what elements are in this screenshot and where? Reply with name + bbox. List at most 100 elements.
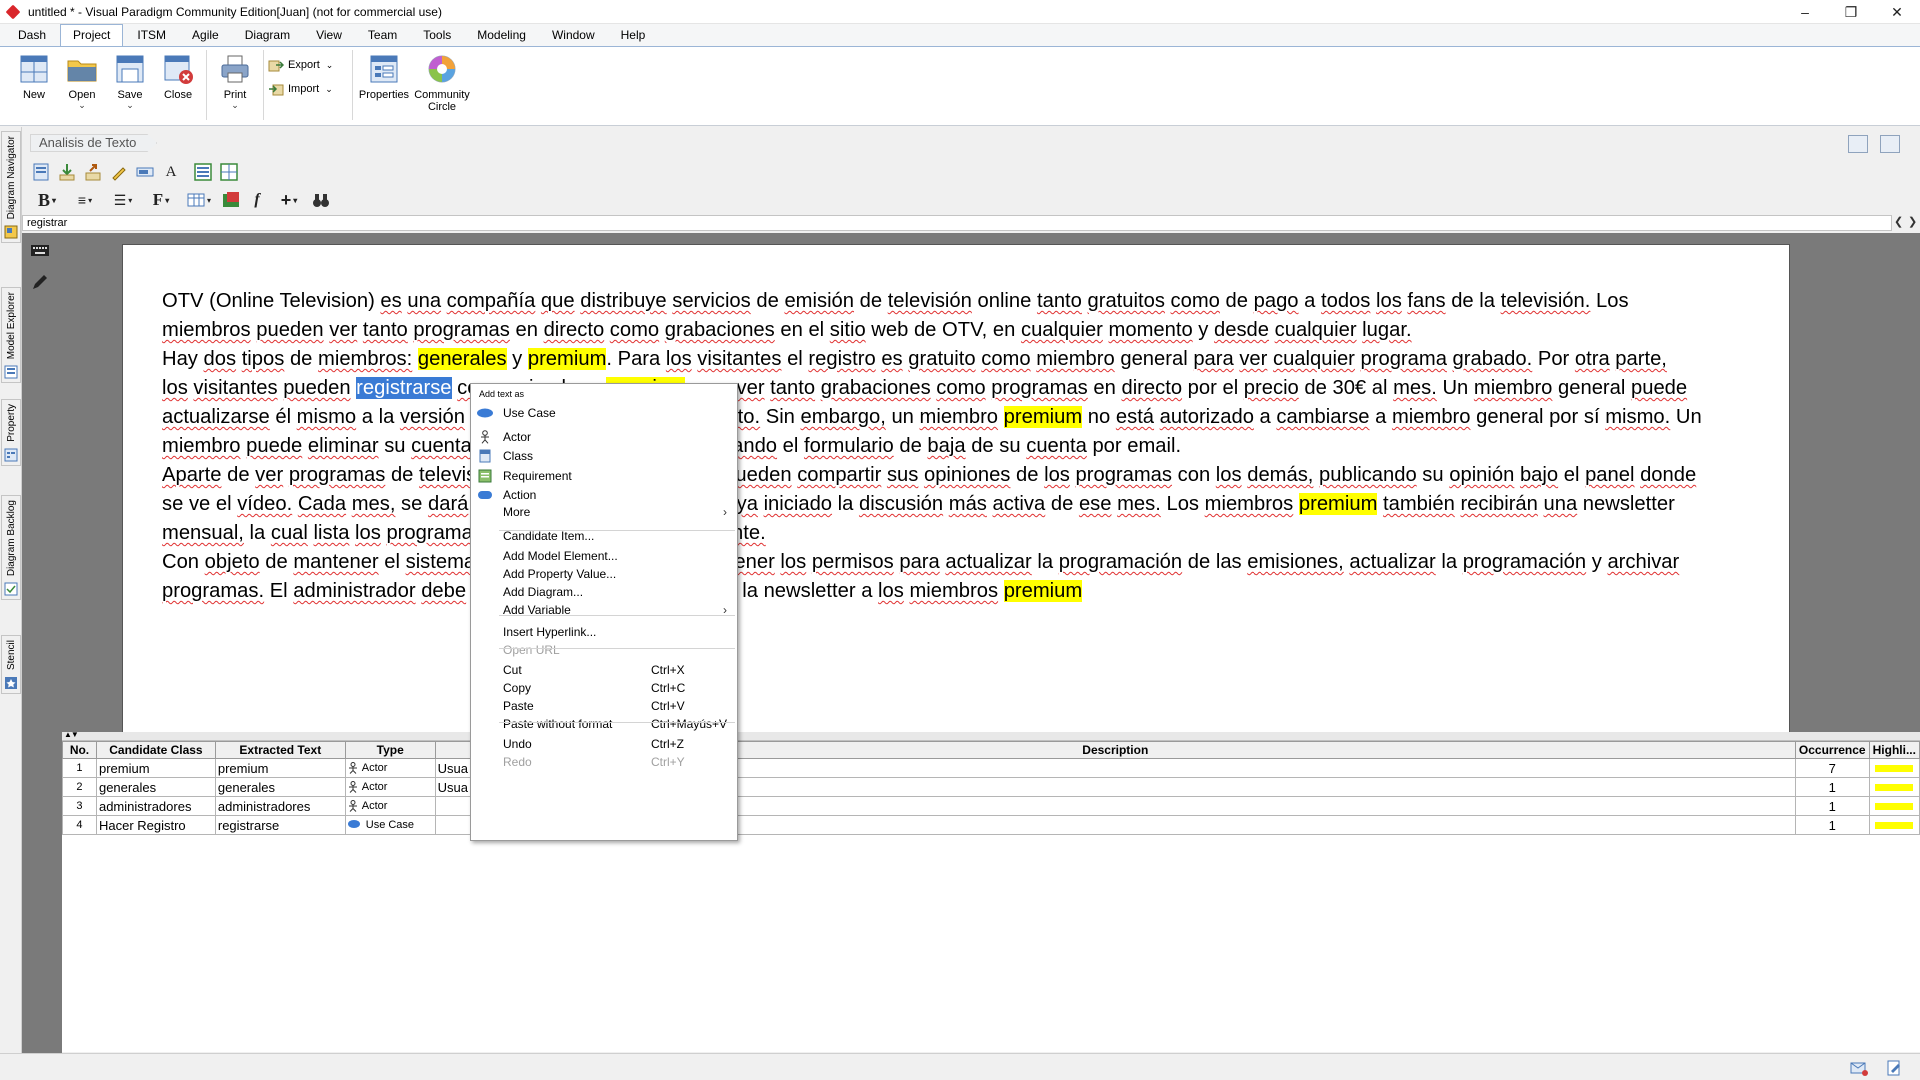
print-button[interactable]: Print ⌄ xyxy=(211,47,259,123)
spellcheck-word[interactable]: gratuitos xyxy=(1088,290,1165,312)
highlighted-term[interactable]: premium xyxy=(1003,406,1083,428)
spellcheck-word[interactable]: Aparte xyxy=(162,464,221,486)
document-line[interactable]: Con objeto de mantener el sistema, los a… xyxy=(162,548,1812,577)
scroll-left-icon[interactable]: ❮ xyxy=(1894,215,1903,228)
import-text-icon[interactable] xyxy=(56,162,78,182)
spellcheck-word[interactable]: televisión xyxy=(888,290,972,312)
spellcheck-word[interactable]: programas xyxy=(991,377,1088,399)
font-style-icon[interactable]: A xyxy=(160,162,182,182)
document-line[interactable]: programas. El administrador debe también… xyxy=(162,577,1812,606)
tab-help[interactable]: Help xyxy=(609,25,658,46)
spellcheck-word[interactable]: es xyxy=(881,348,902,370)
save-button[interactable]: Save ⌄ xyxy=(106,47,154,123)
tab-modeling[interactable]: Modeling xyxy=(465,25,538,46)
spellcheck-word[interactable]: para xyxy=(1193,348,1233,370)
highlighter-pen-icon[interactable] xyxy=(108,162,130,182)
spellcheck-word[interactable]: embargo, xyxy=(801,406,886,428)
export-dropdown-icon[interactable]: ⌄ xyxy=(326,60,334,71)
row-number[interactable]: 3 xyxy=(62,796,97,816)
spellcheck-word[interactable]: programas. xyxy=(162,580,264,602)
highlighted-term[interactable]: generales xyxy=(417,348,507,370)
spellcheck-word[interactable]: actualizar xyxy=(1349,551,1435,573)
tab-view[interactable]: View xyxy=(304,25,354,46)
spellcheck-word[interactable]: pueden xyxy=(283,377,350,399)
spellcheck-word[interactable]: miembro xyxy=(1474,377,1553,399)
grid-view-icon[interactable] xyxy=(192,162,214,182)
spellcheck-word[interactable]: los xyxy=(1216,464,1242,486)
highlight-color-swatch[interactable] xyxy=(1875,764,1914,772)
spellcheck-word[interactable]: otra xyxy=(1575,348,1610,370)
add-icon[interactable]: + ▾ xyxy=(272,190,306,210)
import-button[interactable]: Import ⌄ xyxy=(268,77,348,101)
occurrence-cell[interactable]: 1 xyxy=(1794,796,1870,816)
type-cell[interactable]: Actor xyxy=(344,758,436,778)
spellcheck-word[interactable]: cualquier xyxy=(1021,319,1103,341)
align-left-icon[interactable]: ≡ ▾ xyxy=(68,190,102,210)
spellcheck-word[interactable]: una xyxy=(1543,493,1577,515)
spellcheck-word[interactable]: mes. xyxy=(1117,493,1161,515)
document-line[interactable]: actualizarse él mismo a la versión premi… xyxy=(162,403,1812,432)
document-line[interactable]: miembro puede eliminar su cuenta en cual… xyxy=(162,432,1812,461)
spellcheck-word[interactable]: programación xyxy=(1463,551,1586,573)
spellcheck-word[interactable]: registro xyxy=(808,348,875,370)
insert-table-icon[interactable]: ▾ xyxy=(182,190,216,210)
close-button[interactable]: Close xyxy=(154,47,202,123)
document-line[interactable]: los visitantes pueden registrarse como m… xyxy=(162,374,1812,403)
spellcheck-word[interactable]: sus xyxy=(887,464,918,486)
open-button[interactable]: Open ⌄ xyxy=(58,47,106,123)
dock-tab-property[interactable]: Property xyxy=(1,399,21,466)
spellcheck-word[interactable]: visitantes xyxy=(193,377,277,399)
spellcheck-word[interactable]: versión xyxy=(400,406,465,428)
header-highlight[interactable]: Highli... xyxy=(1868,741,1920,759)
spellcheck-word[interactable]: miembro xyxy=(1392,406,1471,428)
bullet-list-icon[interactable]: ☰ ▾ xyxy=(106,190,140,210)
spellcheck-word[interactable]: miembros xyxy=(162,319,251,341)
header-extracted-text[interactable]: Extracted Text xyxy=(214,741,346,759)
highlight-cell[interactable] xyxy=(1868,777,1920,797)
tab-window[interactable]: Window xyxy=(540,25,607,46)
spellcheck-word[interactable]: publicando xyxy=(1319,464,1417,486)
spellcheck-word[interactable]: miembro xyxy=(920,406,999,428)
scroll-right-icon[interactable]: ❯ xyxy=(1908,215,1917,228)
highlight-color-swatch[interactable] xyxy=(1875,783,1914,791)
spellcheck-word[interactable]: programas xyxy=(386,522,483,544)
minimize-button[interactable]: – xyxy=(1782,0,1828,24)
spellcheck-word[interactable]: objeto xyxy=(205,551,260,573)
close-window-button[interactable]: ✕ xyxy=(1874,0,1920,24)
formula-icon[interactable]: f xyxy=(246,190,268,210)
header-occurrence[interactable]: Occurrence xyxy=(1794,741,1870,759)
tab-team[interactable]: Team xyxy=(356,25,409,46)
type-cell[interactable]: Actor xyxy=(344,777,436,797)
spellcheck-word[interactable]: está xyxy=(1116,406,1154,428)
spellcheck-word[interactable]: activa xyxy=(993,493,1046,515)
spellcheck-word[interactable]: como xyxy=(936,377,985,399)
spellcheck-word[interactable]: programas xyxy=(1076,464,1173,486)
spellcheck-word[interactable]: cuenta xyxy=(411,435,472,457)
spellcheck-word[interactable]: donde xyxy=(1640,464,1696,486)
spellcheck-word[interactable]: miembros: xyxy=(318,348,412,370)
spellcheck-word[interactable]: archivar xyxy=(1607,551,1679,573)
tab-agile[interactable]: Agile xyxy=(180,25,231,46)
spellcheck-word[interactable]: emisiones, xyxy=(1247,551,1344,573)
spellcheck-word[interactable]: ver xyxy=(1239,348,1267,370)
spellcheck-word[interactable]: autorizado xyxy=(1160,406,1254,428)
highlight-cell[interactable] xyxy=(1868,796,1920,816)
row-number[interactable]: 4 xyxy=(62,815,97,835)
spellcheck-word[interactable]: los xyxy=(780,551,806,573)
highlighted-term[interactable]: premium xyxy=(527,348,607,370)
spellcheck-word[interactable]: dará xyxy=(428,493,468,515)
spellcheck-word[interactable]: actualizarse xyxy=(162,406,270,428)
candidate-class-cell[interactable]: premium xyxy=(95,758,216,778)
spellcheck-word[interactable]: compañía xyxy=(447,290,536,312)
tab-diagram[interactable]: Diagram xyxy=(233,25,302,46)
table-row[interactable]: 1 premium premium Actor Usua 7 xyxy=(62,758,1920,778)
spellcheck-word[interactable]: los xyxy=(1376,290,1402,312)
document-icon[interactable] xyxy=(30,162,52,182)
spellcheck-word[interactable]: distribuye xyxy=(580,290,666,312)
spellcheck-word[interactable]: programas xyxy=(413,319,510,341)
spellcheck-word[interactable]: ver xyxy=(737,377,765,399)
spellcheck-word[interactable]: miembros xyxy=(909,580,998,602)
spellcheck-word[interactable]: para xyxy=(899,551,939,573)
spellcheck-word[interactable]: tanto xyxy=(770,377,815,399)
spellcheck-word[interactable]: servicios xyxy=(672,290,751,312)
